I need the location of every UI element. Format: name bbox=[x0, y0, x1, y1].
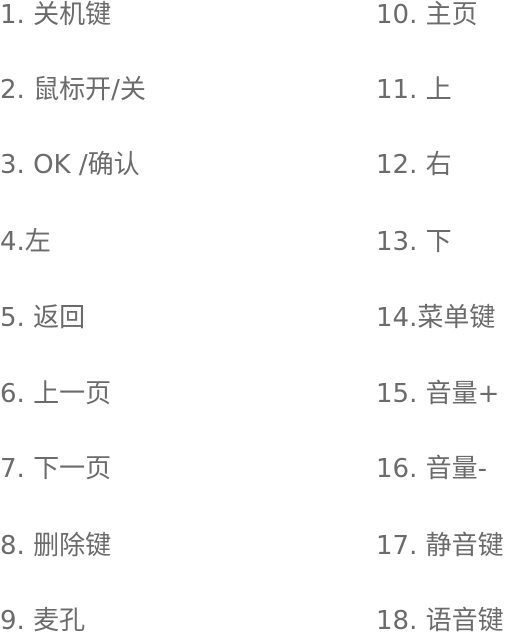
legend-item-15: 15. 音量+ bbox=[376, 379, 500, 409]
legend-item-3: 3. OK /确认 bbox=[0, 150, 140, 180]
legend-item-2: 2. 鼠标开/关 bbox=[0, 75, 146, 105]
legend-item-13: 13. 下 bbox=[376, 227, 452, 257]
legend-item-17: 17. 静音键 bbox=[376, 531, 504, 561]
legend-item-10: 10. 主页 bbox=[376, 0, 478, 30]
legend-item-4: 4.左 bbox=[0, 227, 51, 257]
legend-item-18: 18. 语音键 bbox=[376, 606, 504, 636]
legend-item-1: 1. 关机键 bbox=[0, 0, 112, 30]
legend-item-11: 11. 上 bbox=[376, 75, 452, 105]
legend-item-14: 14.菜单键 bbox=[376, 303, 496, 333]
legend-item-5: 5. 返回 bbox=[0, 303, 86, 333]
legend-item-6: 6. 上一页 bbox=[0, 379, 112, 409]
legend-item-8: 8. 删除键 bbox=[0, 531, 112, 561]
legend-item-16: 16. 音量- bbox=[376, 454, 487, 484]
remote-key-legend: 1. 关机键 2. 鼠标开/关 3. OK /确认 4.左 5. 返回 6. 上… bbox=[0, 0, 511, 637]
legend-item-7: 7. 下一页 bbox=[0, 454, 112, 484]
legend-item-12: 12. 右 bbox=[376, 150, 452, 180]
legend-item-9: 9. 麦孔 bbox=[0, 606, 86, 636]
